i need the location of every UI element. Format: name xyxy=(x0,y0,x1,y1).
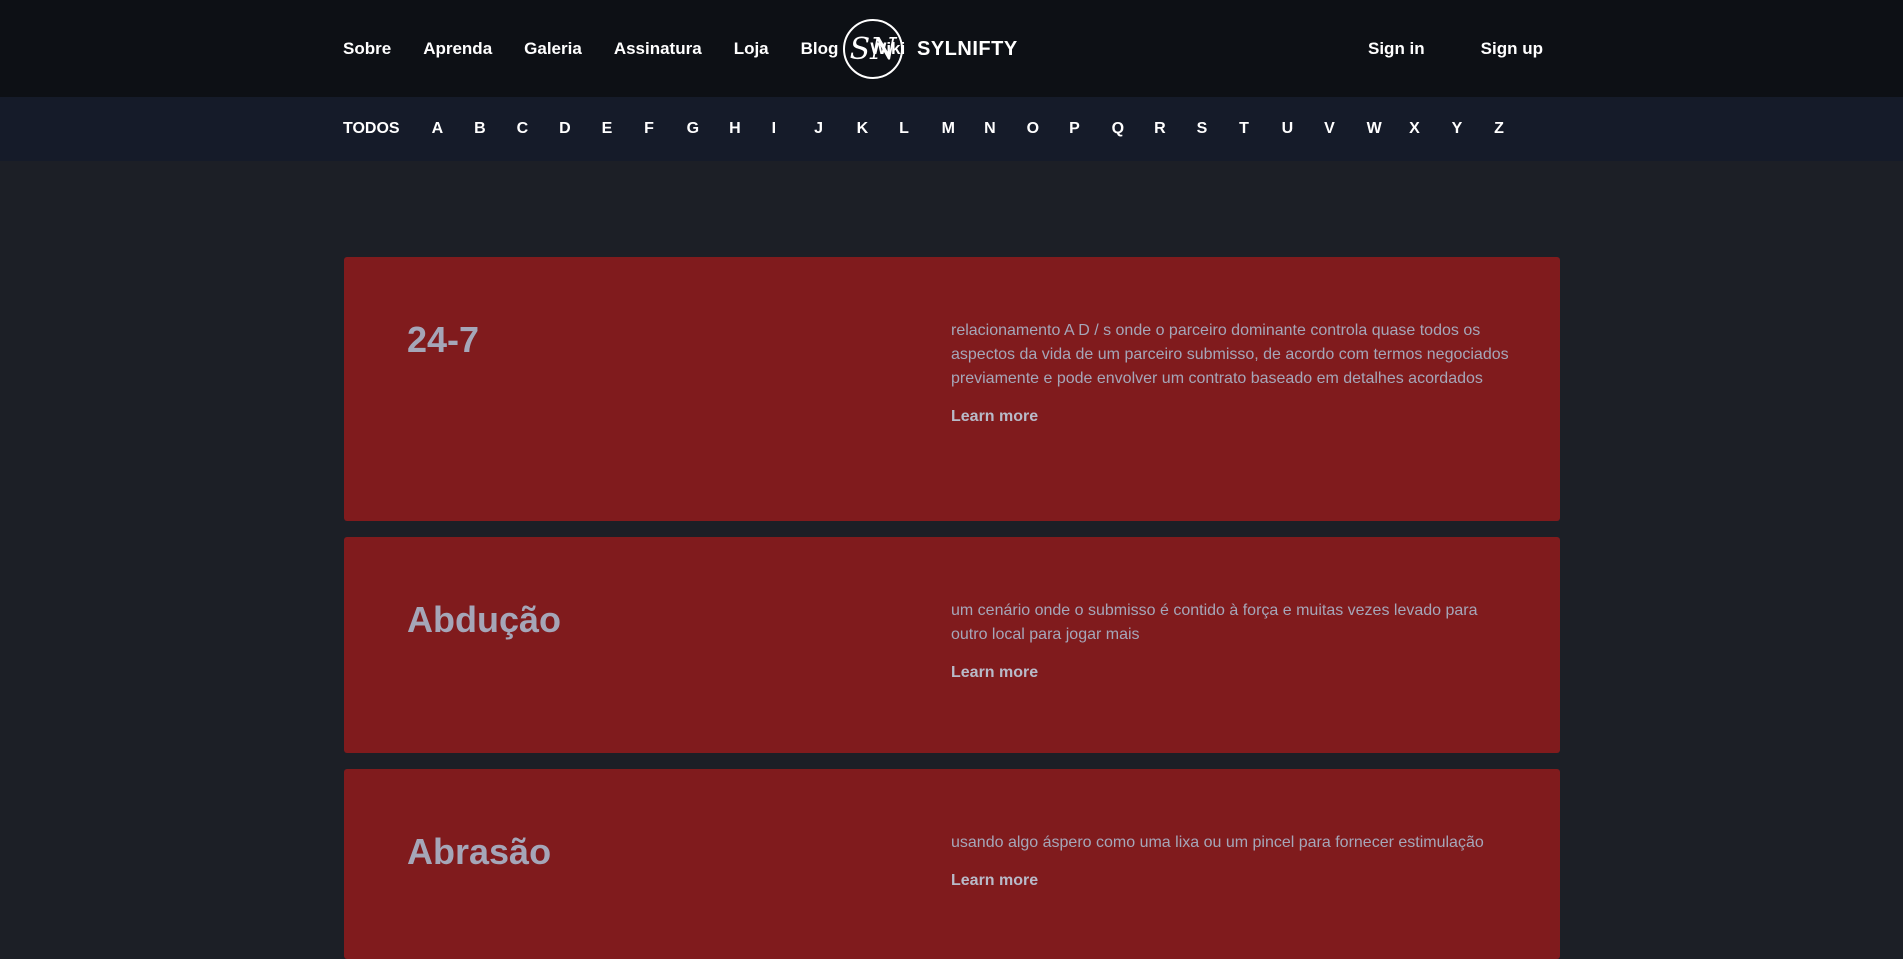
glossary-card-title: 24-7 xyxy=(407,319,480,360)
alpha-filter-o[interactable]: O xyxy=(1027,120,1070,138)
glossary-card-description: relacionamento A D / s onde o parceiro d… xyxy=(951,322,1509,387)
alpha-filter-l[interactable]: L xyxy=(899,120,942,138)
glossary-card-title: Abrasão xyxy=(407,831,552,872)
alpha-filter-w[interactable]: W xyxy=(1367,120,1410,138)
alpha-filter-x[interactable]: X xyxy=(1409,120,1452,138)
alpha-filter-z[interactable]: Z xyxy=(1494,120,1537,138)
alpha-filter-h[interactable]: H xyxy=(729,120,772,138)
nav-link-sobre[interactable]: Sobre xyxy=(343,39,391,59)
logo-name: SYLNIFTY xyxy=(917,37,1018,60)
alpha-filter-all[interactable]: TODOS xyxy=(343,120,400,138)
learn-more-link[interactable]: Learn more xyxy=(951,661,1038,685)
alpha-filter-m[interactable]: M xyxy=(942,120,985,138)
sign-in-link[interactable]: Sign in xyxy=(1368,39,1425,59)
alphabet-filter-list: TODOS ABCDEFGHIJKLMNOPQRSTUVWXYZ xyxy=(343,97,1537,161)
glossary-card: 24-7 relacionamento A D / s onde o parce… xyxy=(344,257,1560,521)
nav-link-loja[interactable]: Loja xyxy=(734,39,769,59)
glossary-card: Abrasão usando algo áspero como uma lixa… xyxy=(344,769,1560,959)
alpha-filter-r[interactable]: R xyxy=(1154,120,1197,138)
alpha-filter-b[interactable]: B xyxy=(474,120,517,138)
sign-up-link[interactable]: Sign up xyxy=(1481,39,1543,59)
alpha-filter-n[interactable]: N xyxy=(984,120,1027,138)
nav-link-blog[interactable]: Blog xyxy=(801,39,839,59)
glossary-card-title: Abdução xyxy=(407,599,562,640)
alpha-filter-s[interactable]: S xyxy=(1197,120,1240,138)
alphabet-filter-bar: TODOS ABCDEFGHIJKLMNOPQRSTUVWXYZ xyxy=(0,97,1903,161)
alpha-filter-d[interactable]: D xyxy=(559,120,602,138)
alpha-filter-j[interactable]: J xyxy=(814,120,857,138)
alpha-filter-p[interactable]: P xyxy=(1069,120,1112,138)
glossary-card-description: usando algo áspero como uma lixa ou um p… xyxy=(951,834,1484,851)
alpha-filter-e[interactable]: E xyxy=(602,120,645,138)
site-logo[interactable]: SN SYLNIFTY xyxy=(843,14,1018,84)
glossary-card-body: usando algo áspero como uma lixa ou um p… xyxy=(951,831,1511,893)
alpha-filter-i[interactable]: I xyxy=(772,120,815,138)
learn-more-link[interactable]: Learn more xyxy=(951,869,1038,893)
alpha-filter-t[interactable]: T xyxy=(1239,120,1282,138)
auth-nav: Sign in Sign up xyxy=(1368,0,1543,97)
glossary-card-description: um cenário onde o submisso é contido à f… xyxy=(951,602,1478,643)
alpha-filter-g[interactable]: G xyxy=(687,120,730,138)
glossary-card: Abdução um cenário onde o submisso é con… xyxy=(344,537,1560,753)
alpha-filter-a[interactable]: A xyxy=(432,120,475,138)
alpha-filter-y[interactable]: Y xyxy=(1452,120,1495,138)
logo-monogram: SN xyxy=(849,31,897,67)
alpha-filter-k[interactable]: K xyxy=(857,120,900,138)
learn-more-link[interactable]: Learn more xyxy=(951,405,1038,429)
alpha-filter-q[interactable]: Q xyxy=(1112,120,1155,138)
glossary-card-body: relacionamento A D / s onde o parceiro d… xyxy=(951,319,1511,429)
alpha-filter-v[interactable]: V xyxy=(1324,120,1367,138)
alpha-filter-f[interactable]: F xyxy=(644,120,687,138)
alpha-filter-c[interactable]: C xyxy=(517,120,560,138)
alpha-filter-u[interactable]: U xyxy=(1282,120,1325,138)
nav-link-aprenda[interactable]: Aprenda xyxy=(423,39,492,59)
logo-monogram-icon: SN xyxy=(843,19,903,79)
nav-link-assinatura[interactable]: Assinatura xyxy=(614,39,702,59)
nav-link-galeria[interactable]: Galeria xyxy=(524,39,582,59)
top-navigation-bar: Sobre Aprenda Galeria Assinatura Loja Bl… xyxy=(0,0,1903,97)
glossary-card-body: um cenário onde o submisso é contido à f… xyxy=(951,599,1511,685)
